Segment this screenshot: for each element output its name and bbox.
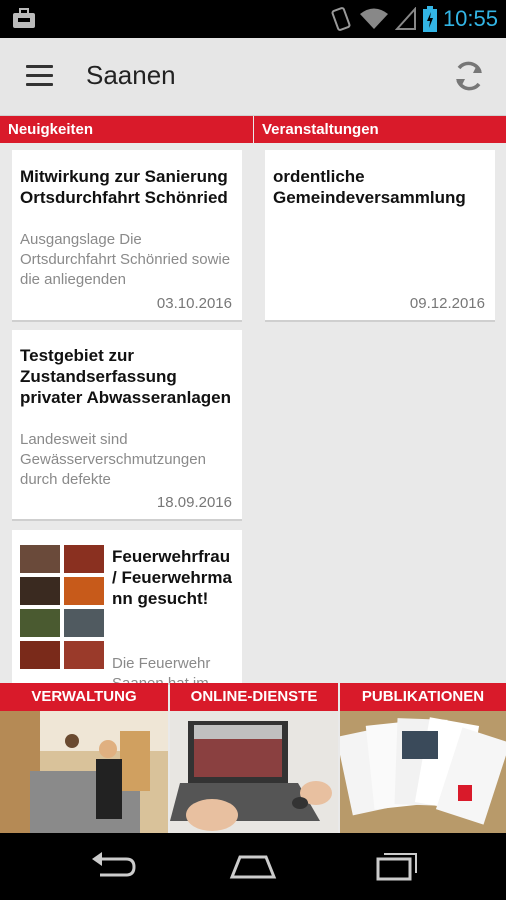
- tile-label: ONLINE-DIENSTE: [170, 683, 338, 711]
- news-excerpt: Die Feuerwehr Saanen hat im: [112, 655, 211, 683]
- app-title: Saanen: [86, 60, 176, 90]
- news-title: Feuerwehrfrau / Feuerwehrmann gesucht!: [112, 547, 232, 608]
- news-date: 03.10.2016: [156, 295, 232, 312]
- menu-icon[interactable]: [26, 65, 53, 87]
- news-date: 18.09.2016: [156, 494, 232, 511]
- news-excerpt: Ausgangslage Die Ortsdurchfahrt Schönrie…: [20, 231, 231, 288]
- action-bar: Saanen: [0, 38, 506, 116]
- event-title: ordentliche Gemeindeversammlung: [273, 167, 466, 207]
- back-icon[interactable]: [88, 849, 138, 883]
- news-card[interactable]: Mitwirkung zur Sanierung Ortsdurchfahrt …: [12, 150, 242, 320]
- office-counter-image: [0, 711, 168, 833]
- home-icon[interactable]: [228, 849, 278, 883]
- tile-label: VERWALTUNG: [0, 683, 168, 711]
- battery-charging-icon: [422, 6, 437, 32]
- wifi-icon: [359, 8, 388, 29]
- vibrate-icon: [331, 7, 351, 31]
- news-title: Mitwirkung zur Sanierung Ortsdurchfahrt …: [20, 167, 228, 207]
- laptop-image: [170, 711, 338, 833]
- status-icons: 10:55: [329, 4, 498, 34]
- events-column-header: Veranstaltungen: [253, 116, 506, 143]
- news-column-header: Neuigkeiten: [0, 116, 253, 143]
- tile-online-dienste[interactable]: ONLINE-DIENSTE: [170, 683, 338, 833]
- news-title: Testgebiet zur Zustandserfassung private…: [20, 346, 232, 407]
- tile-label: PUBLIKATIONEN: [340, 683, 506, 711]
- navigation-bar: [0, 833, 506, 900]
- tile-publikationen[interactable]: PUBLIKATIONEN: [340, 683, 506, 833]
- event-date: 09.12.2016: [409, 295, 485, 312]
- brochures-image: [340, 711, 506, 833]
- event-card[interactable]: ordentliche Gemeindeversammlung 09.12.20…: [265, 150, 495, 320]
- news-card[interactable]: Testgebiet zur Zustandserfassung private…: [12, 330, 242, 519]
- news-thumbnail: [20, 545, 104, 669]
- refresh-icon[interactable]: [450, 57, 488, 95]
- recent-apps-icon[interactable]: [370, 849, 420, 883]
- tile-verwaltung[interactable]: VERWALTUNG: [0, 683, 168, 833]
- news-excerpt: Landesweit sind Gewässerverschmutzungen …: [20, 431, 206, 488]
- signal-icon: [394, 7, 416, 30]
- briefcase-notification-icon: [13, 8, 35, 28]
- status-bar: 10:55: [0, 0, 506, 38]
- clock: 10:55: [442, 6, 498, 31]
- news-card[interactable]: Feuerwehrfrau / Feuerwehrmann gesucht! D…: [12, 530, 242, 683]
